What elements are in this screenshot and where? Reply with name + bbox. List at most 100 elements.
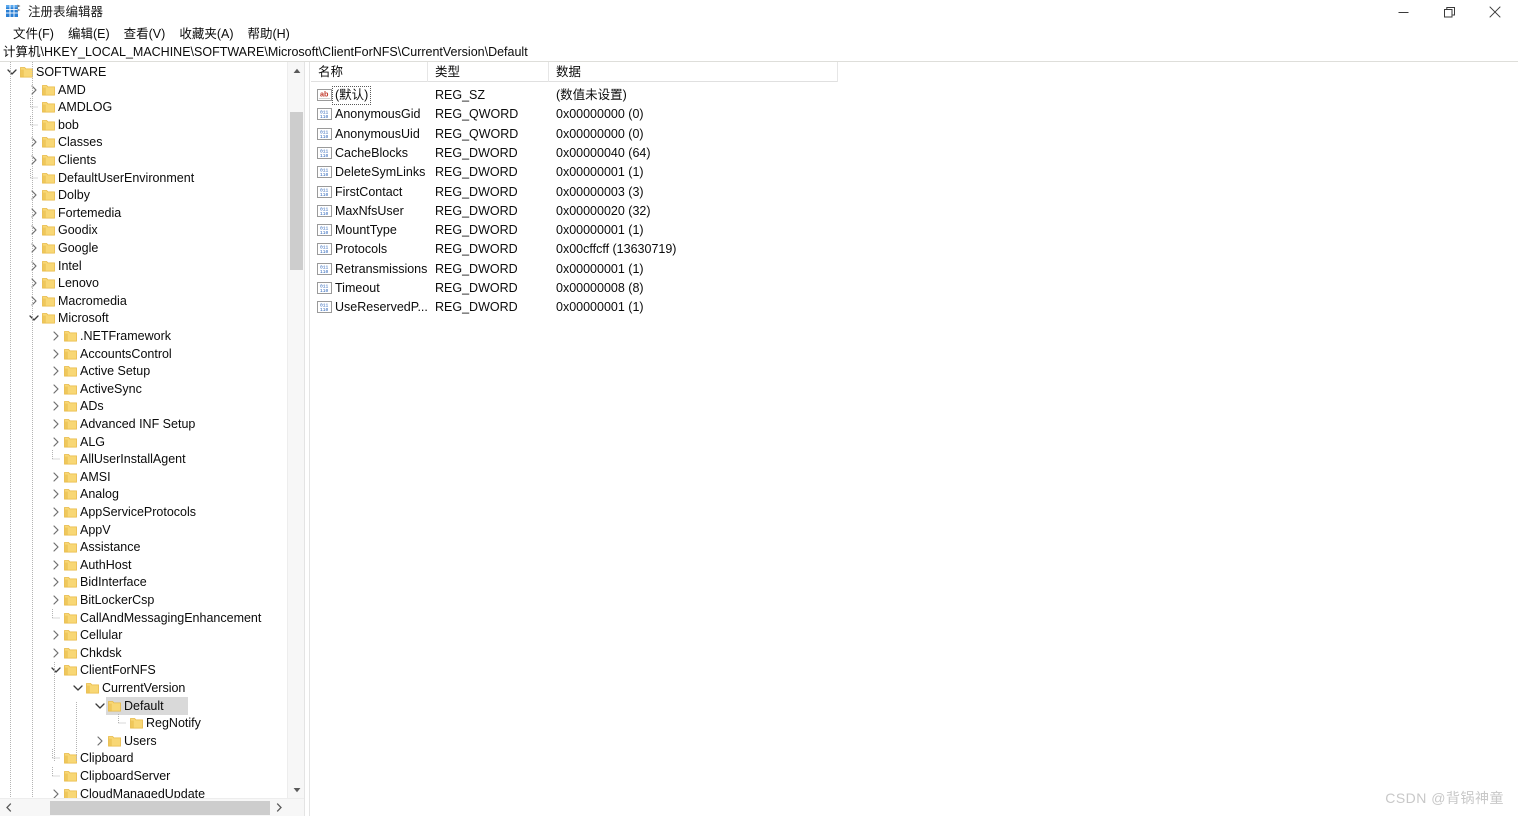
tree-item-analog[interactable]: Analog: [0, 485, 287, 503]
tree-item-dolby[interactable]: Dolby: [0, 186, 287, 204]
value-row[interactable]: 011 110 Retransmissions REG_DWORD 0x00000001…: [311, 260, 838, 279]
chevron-right-icon[interactable]: [26, 151, 42, 169]
tree-item-goodix[interactable]: Goodix: [0, 221, 287, 239]
scroll-down-icon[interactable]: [288, 781, 305, 798]
chevron-right-icon[interactable]: [26, 292, 42, 310]
chevron-down-icon[interactable]: [92, 697, 108, 715]
value-row[interactable]: 011 110 AnonymousGid REG_QWORD 0x00000000 (0…: [311, 105, 838, 124]
tree-item-authhost[interactable]: AuthHost: [0, 556, 287, 574]
tree-item-accountscontrol[interactable]: AccountsControl: [0, 345, 287, 363]
chevron-right-icon[interactable]: [48, 521, 64, 539]
menu-view[interactable]: 查看(V): [117, 24, 173, 44]
tree-item-appserviceprotocols[interactable]: AppServiceProtocols: [0, 503, 287, 521]
tree-item-classes[interactable]: Classes: [0, 133, 287, 151]
value-row[interactable]: 011 110 DeleteSymLinks REG_DWORD 0x00000001 …: [311, 163, 838, 182]
tree-item-lenovo[interactable]: Lenovo: [0, 274, 287, 292]
chevron-right-icon[interactable]: [26, 133, 42, 151]
tree-item-google[interactable]: Google: [0, 239, 287, 257]
registry-tree[interactable]: SOFTWARE AMD AMDLOG bob Classes Clients Defaul…: [0, 62, 287, 798]
menu-favorites[interactable]: 收藏夹(A): [172, 24, 240, 44]
menu-file[interactable]: 文件(F): [6, 24, 61, 44]
tree-item-default[interactable]: Default: [0, 696, 287, 715]
value-row[interactable]: 011 110 UseReservedP... REG_DWORD 0x00000001…: [311, 298, 838, 317]
chevron-right-icon[interactable]: [48, 485, 64, 503]
address-bar[interactable]: 计算机\HKEY_LOCAL_MACHINE\SOFTWARE\Microsof…: [0, 44, 1518, 62]
tree-item-bitlockercsp[interactable]: BitLockerCsp: [0, 591, 287, 609]
value-row[interactable]: 011 110 Timeout REG_DWORD 0x00000008 (8): [311, 279, 838, 298]
tree-item-activesync[interactable]: ActiveSync: [0, 380, 287, 398]
maximize-restore-button[interactable]: [1426, 0, 1472, 24]
column-type[interactable]: 类型: [428, 62, 549, 82]
tree-item-defaultuserenvironment[interactable]: DefaultUserEnvironment: [0, 168, 287, 187]
tree-item-users[interactable]: Users: [0, 732, 287, 750]
chevron-right-icon[interactable]: [48, 644, 64, 662]
tree-item-intel[interactable]: Intel: [0, 257, 287, 275]
value-row[interactable]: 011 110 Protocols REG_DWORD 0x00cffcff (1363…: [311, 240, 838, 259]
chevron-right-icon[interactable]: [48, 362, 64, 380]
tree-item-clientfornfs[interactable]: ClientForNFS: [0, 661, 287, 679]
scroll-up-icon[interactable]: [288, 62, 305, 79]
tree-item-regnotify[interactable]: RegNotify: [0, 714, 287, 732]
column-data[interactable]: 数据: [549, 62, 838, 82]
scroll-left-icon[interactable]: [0, 799, 17, 816]
chevron-right-icon[interactable]: [48, 556, 64, 574]
tree-item-alg[interactable]: ALG: [0, 433, 287, 451]
tree-item-cellular[interactable]: Cellular: [0, 626, 287, 644]
chevron-right-icon[interactable]: [48, 503, 64, 521]
scroll-right-icon[interactable]: [270, 799, 287, 816]
minimize-button[interactable]: [1380, 0, 1426, 24]
tree-item-cloudmanagedupdate[interactable]: CloudManagedUpdate: [0, 785, 287, 798]
tree-item-bob[interactable]: bob: [0, 115, 287, 134]
chevron-right-icon[interactable]: [48, 626, 64, 644]
tree-item-clipboard[interactable]: Clipboard: [0, 749, 287, 767]
tree-item-assistance[interactable]: Assistance: [0, 538, 287, 556]
chevron-right-icon[interactable]: [48, 345, 64, 363]
tree-item-ads[interactable]: ADs: [0, 397, 287, 415]
tree-item-chkdsk[interactable]: Chkdsk: [0, 644, 287, 662]
tree-item-amd[interactable]: AMD: [0, 81, 287, 99]
menu-edit[interactable]: 编辑(E): [61, 24, 117, 44]
chevron-right-icon[interactable]: [48, 415, 64, 433]
tree-scroll-thumb[interactable]: [290, 112, 303, 270]
value-row[interactable]: 011 110 AnonymousUid REG_QWORD 0x00000000 (0…: [311, 125, 838, 144]
tree-item-amdlog[interactable]: AMDLOG: [0, 98, 287, 116]
tree-item-macromedia[interactable]: Macromedia: [0, 292, 287, 310]
tree-item-advanced-inf-setup[interactable]: Advanced INF Setup: [0, 415, 287, 433]
tree-item-active-setup[interactable]: Active Setup: [0, 362, 287, 380]
tree-hscroll-thumb[interactable]: [50, 801, 270, 815]
value-row[interactable]: 011 110 MountType REG_DWORD 0x00000001 (1): [311, 221, 838, 240]
tree-item-software[interactable]: SOFTWARE: [0, 63, 287, 81]
chevron-right-icon[interactable]: [48, 327, 64, 345]
chevron-right-icon[interactable]: [26, 274, 42, 292]
chevron-right-icon[interactable]: [48, 538, 64, 556]
tree-item-bidinterface[interactable]: BidInterface: [0, 573, 287, 591]
chevron-right-icon[interactable]: [48, 573, 64, 591]
tree-item-fortemedia[interactable]: Fortemedia: [0, 204, 287, 222]
chevron-right-icon[interactable]: [26, 257, 42, 275]
tree-item-clipboardserver[interactable]: ClipboardServer: [0, 767, 287, 785]
chevron-right-icon[interactable]: [48, 785, 64, 798]
tree-horizontal-scrollbar[interactable]: [0, 798, 304, 816]
chevron-down-icon[interactable]: [48, 661, 64, 679]
value-row[interactable]: 011 110 FirstContact REG_DWORD 0x00000003 (3…: [311, 183, 838, 202]
tree-item-alluserinstallagent[interactable]: AllUserInstallAgent: [0, 450, 287, 468]
tree-item-callandmessagingenhancement[interactable]: CallAndMessagingEnhancement: [0, 608, 287, 627]
chevron-down-icon[interactable]: [70, 679, 86, 697]
chevron-right-icon[interactable]: [48, 591, 64, 609]
chevron-right-icon[interactable]: [48, 468, 64, 486]
chevron-right-icon[interactable]: [92, 732, 108, 750]
value-row[interactable]: ab (默认) REG_SZ (数值未设置): [311, 86, 838, 105]
tree-item-currentversion[interactable]: CurrentVersion: [0, 679, 287, 697]
chevron-right-icon[interactable]: [48, 433, 64, 451]
column-name[interactable]: 名称: [311, 62, 428, 82]
chevron-right-icon[interactable]: [26, 204, 42, 222]
tree-item-netframework[interactable]: .NETFramework: [0, 327, 287, 345]
tree-item-amsi[interactable]: AMSI: [0, 468, 287, 486]
chevron-right-icon[interactable]: [26, 81, 42, 99]
chevron-right-icon[interactable]: [26, 221, 42, 239]
registry-values-list[interactable]: 名称 类型 数据 ab (默认) REG_SZ (数值未设置) 011 110 Anonymou…: [311, 62, 1518, 816]
chevron-right-icon[interactable]: [26, 239, 42, 257]
close-button[interactable]: [1472, 0, 1518, 24]
value-row[interactable]: 011 110 MaxNfsUser REG_DWORD 0x00000020 (32): [311, 202, 838, 221]
chevron-down-icon[interactable]: [26, 309, 42, 327]
